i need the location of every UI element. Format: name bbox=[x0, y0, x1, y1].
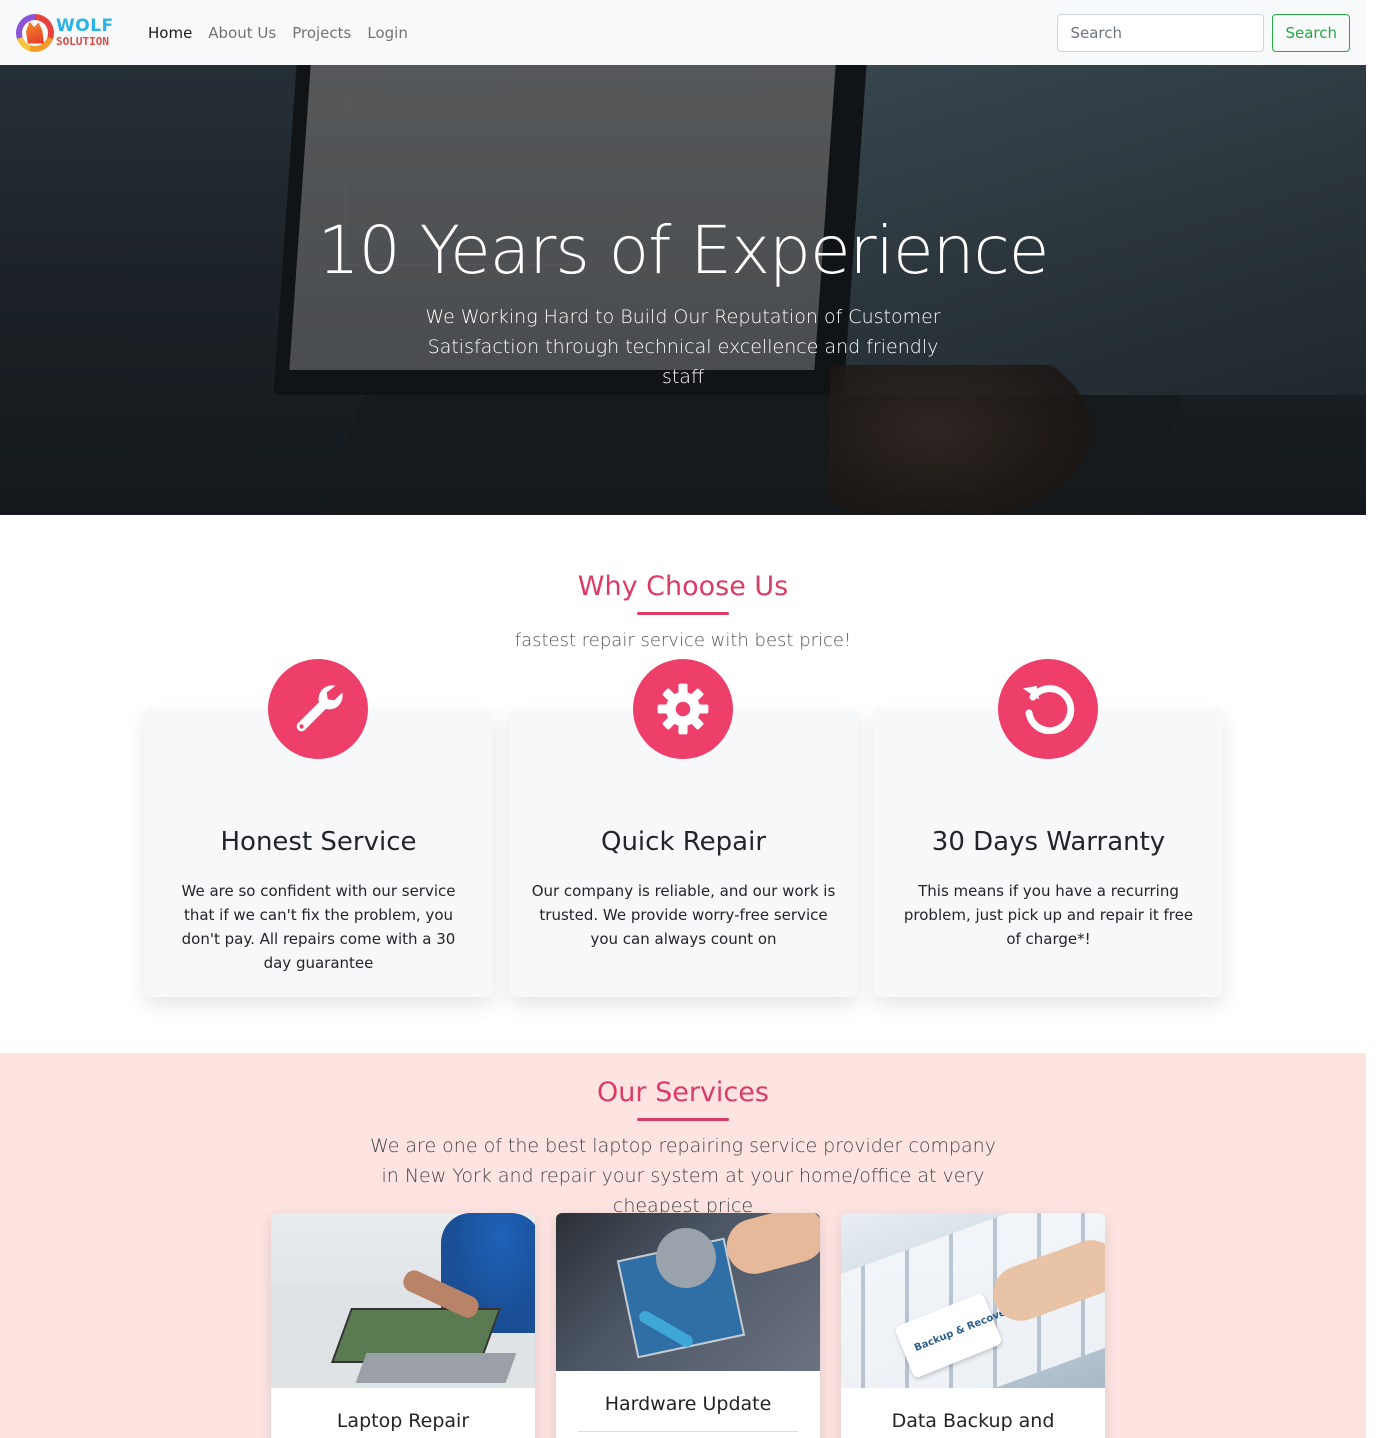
nav-links: Home About Us Projects Login bbox=[140, 24, 416, 42]
feature-text: This means if you have a recurring probl… bbox=[903, 882, 1194, 948]
why-subtitle: fastest repair service with best price! bbox=[514, 630, 852, 651]
brand-name-line1: WOLF bbox=[56, 16, 114, 36]
service-cards: Laptop Repair Hardware Update Backup & R… bbox=[271, 1213, 1105, 1438]
nav-link-home[interactable]: Home bbox=[140, 24, 200, 42]
nav-link-about-us[interactable]: About Us bbox=[200, 24, 284, 42]
brand-logo[interactable]: WOLF SOLUTION bbox=[16, 12, 118, 54]
search-button[interactable]: Search bbox=[1272, 13, 1350, 52]
feature-title: Honest Service bbox=[220, 827, 417, 857]
wrench-icon bbox=[268, 659, 368, 759]
hero-title: 10 Years of Experience bbox=[317, 212, 1050, 289]
feature-text: We are so confident with our service tha… bbox=[181, 882, 456, 972]
service-card-hardware-update[interactable]: Hardware Update bbox=[556, 1213, 820, 1438]
why-choose-us-section: Why Choose Us fastest repair service wit… bbox=[0, 571, 1366, 997]
brand-name-line2: SOLUTION bbox=[56, 35, 109, 48]
service-card-data-backup[interactable]: Backup & Recovery Data Backup and bbox=[841, 1213, 1105, 1438]
feature-text: Our company is reliable, and our work is… bbox=[531, 882, 836, 948]
service-card-laptop-repair[interactable]: Laptop Repair bbox=[271, 1213, 535, 1438]
hardware-update-image bbox=[556, 1213, 820, 1371]
feature-card-quick-repair: Quick Repair Our company is reliable, an… bbox=[509, 659, 858, 997]
hero-banner: 10 Years of Experience We Working Hard t… bbox=[0, 65, 1366, 515]
hero-subtitle: We Working Hard to Build Our Reputation … bbox=[425, 305, 941, 388]
services-subtitle: We are one of the best laptop repairing … bbox=[370, 1135, 996, 1217]
our-services-section: Our Services We are one of the best lapt… bbox=[0, 1053, 1366, 1438]
navbar: WOLF SOLUTION Home About Us Projects Log… bbox=[0, 0, 1366, 65]
feature-title: 30 Days Warranty bbox=[931, 827, 1166, 857]
gear-icon bbox=[633, 659, 733, 759]
search-input[interactable] bbox=[1057, 13, 1265, 52]
service-title: Hardware Update bbox=[604, 1393, 772, 1415]
wolf-logo-icon bbox=[16, 13, 54, 52]
service-title: Laptop Repair bbox=[336, 1410, 470, 1432]
nav-link-projects[interactable]: Projects bbox=[284, 24, 359, 42]
search-form: Search bbox=[1057, 13, 1350, 52]
services-title-underline bbox=[637, 1118, 729, 1121]
feature-card-honest-service: Honest Service We are so confident with … bbox=[144, 659, 493, 997]
why-title-underline bbox=[637, 612, 729, 615]
why-title: Why Choose Us bbox=[577, 571, 789, 602]
nav-link-login[interactable]: Login bbox=[359, 24, 415, 42]
services-title: Our Services bbox=[597, 1077, 769, 1108]
feature-cards: Honest Service We are so confident with … bbox=[144, 659, 1223, 997]
data-backup-image: Backup & Recovery bbox=[841, 1213, 1105, 1388]
feature-card-30-days-warranty: 30 Days Warranty This means if you have … bbox=[874, 659, 1223, 997]
service-title: Data Backup and bbox=[891, 1410, 1055, 1432]
divider bbox=[578, 1431, 798, 1432]
feature-title: Quick Repair bbox=[600, 827, 767, 857]
undo-icon bbox=[998, 659, 1098, 759]
laptop-repair-image bbox=[271, 1213, 535, 1388]
